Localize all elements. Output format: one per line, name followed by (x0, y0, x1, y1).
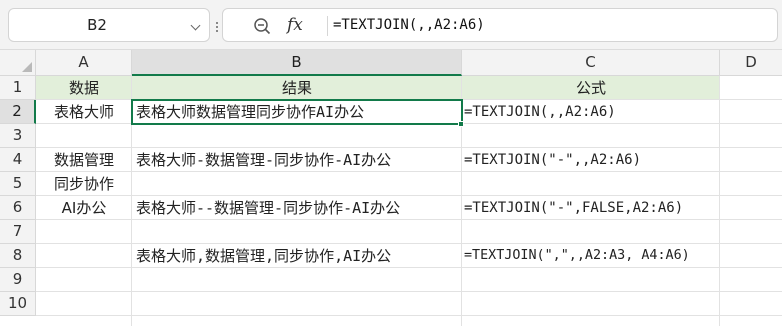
chevron-down-icon[interactable] (190, 20, 201, 31)
column-header-d[interactable]: D (720, 50, 782, 76)
column-header-c[interactable]: C (462, 50, 720, 76)
gridline (719, 76, 720, 326)
fx-icon[interactable]: fx (287, 13, 309, 37)
spreadsheet-grid: A B C D 1 2 3 4 5 6 7 8 9 10 数据 结果 公式 表格… (0, 50, 782, 326)
row-header-4[interactable]: 4 (0, 148, 36, 172)
formula-input[interactable]: =TEXTJOIN(,,A2:A6) (333, 9, 485, 41)
cell-a5[interactable]: 同步协作 (36, 172, 132, 196)
cell-b1[interactable]: 结果 (132, 76, 462, 100)
cell-c6[interactable]: =TEXTJOIN("-",FALSE,A2:A6) (464, 196, 718, 220)
cell-c2[interactable]: =TEXTJOIN(,,A2:A6) (464, 100, 718, 124)
row-header-1[interactable]: 1 (0, 76, 36, 100)
row-header-6[interactable]: 6 (0, 196, 36, 220)
cell-c1[interactable]: 公式 (462, 76, 720, 100)
formula-separator (327, 16, 328, 36)
selected-cell-outline (131, 99, 463, 125)
name-box[interactable]: B2 (8, 8, 210, 42)
row-header-5[interactable]: 5 (0, 172, 36, 196)
cell-b8[interactable]: 表格大师,数据管理,同步协作,AI办公 (136, 244, 458, 268)
cell-b4[interactable]: 表格大师-数据管理-同步协作-AI办公 (136, 148, 458, 172)
formula-bar: B2 fx =TEXTJOIN(,,A2:A6) (0, 0, 782, 50)
cell-c4[interactable]: =TEXTJOIN("-",,A2:A6) (464, 148, 718, 172)
formula-input-container[interactable]: fx =TEXTJOIN(,,A2:A6) (222, 8, 778, 42)
gridline (36, 315, 782, 316)
row-header-8[interactable]: 8 (0, 244, 36, 268)
cell-a2[interactable]: 表格大师 (36, 100, 132, 124)
fill-handle[interactable] (458, 121, 464, 127)
row-header-10[interactable]: 10 (0, 292, 36, 316)
cell-a6[interactable]: AI办公 (36, 196, 132, 220)
row-header-7[interactable]: 7 (0, 220, 36, 244)
drag-handle-icon[interactable] (216, 22, 220, 32)
name-box-value[interactable]: B2 (9, 9, 185, 41)
column-header-b[interactable]: B (132, 50, 462, 76)
row-header-9[interactable]: 9 (0, 268, 36, 292)
zoom-minus-icon[interactable] (253, 17, 271, 35)
cell-b6[interactable]: 表格大师--数据管理-同步协作-AI办公 (136, 196, 458, 220)
row-header-3[interactable]: 3 (0, 124, 36, 148)
cell-a4[interactable]: 数据管理 (36, 148, 132, 172)
select-all-corner[interactable] (0, 50, 36, 76)
column-header-a[interactable]: A (36, 50, 132, 76)
cell-a1[interactable]: 数据 (36, 76, 132, 100)
row-header-2[interactable]: 2 (0, 100, 36, 124)
gridline (36, 291, 782, 292)
cell-c8[interactable]: =TEXTJOIN(",",,A2:A3, A4:A6) (464, 244, 718, 268)
